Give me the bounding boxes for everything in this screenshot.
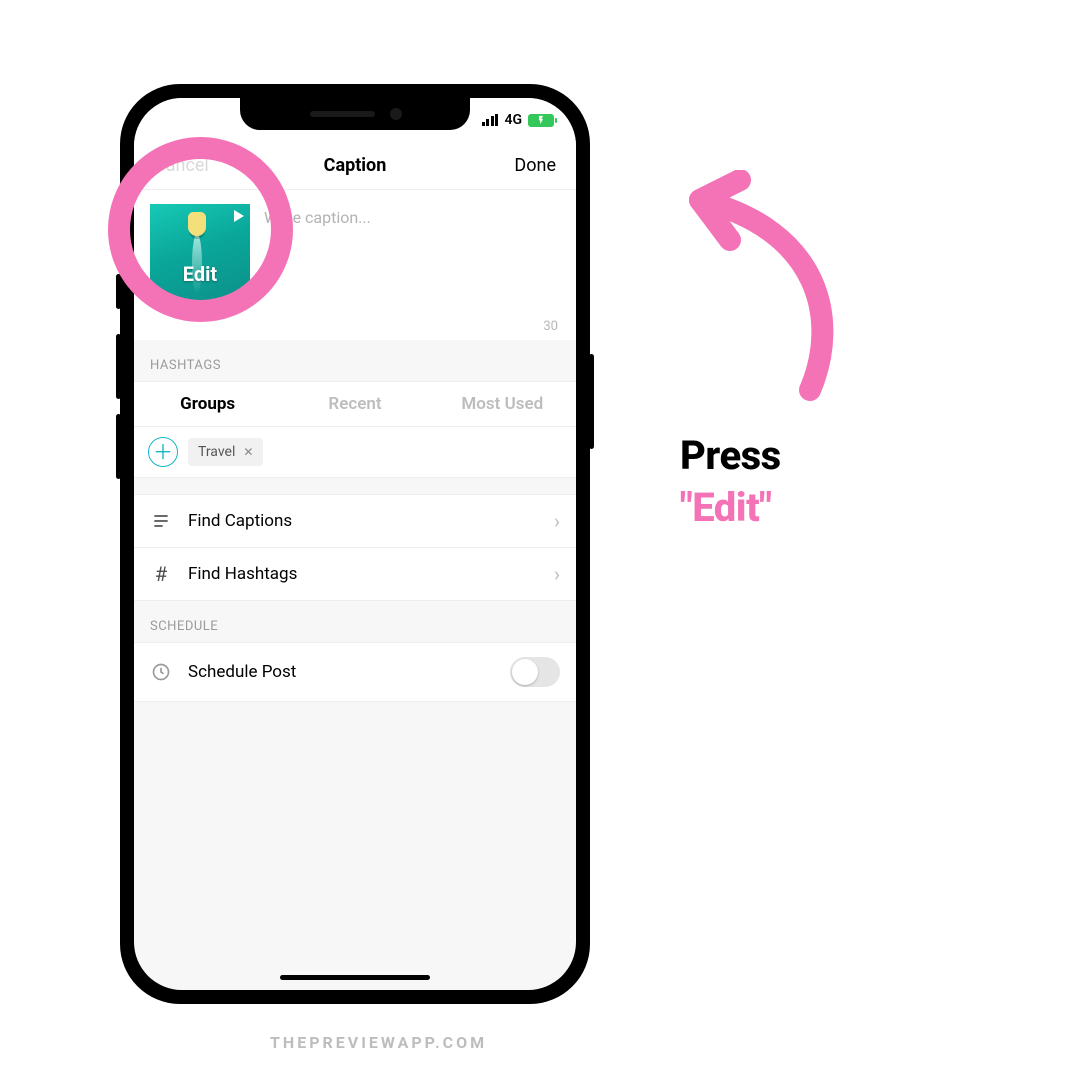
done-button[interactable]: Done (476, 155, 556, 176)
tab-recent[interactable]: Recent (281, 382, 428, 426)
volume-down-button (116, 414, 121, 479)
phone-frame: 4G Cancel Caption Done Edit Write captio… (120, 84, 590, 1004)
find-hashtags-label: Find Hashtags (188, 564, 538, 584)
group-chip-label: Travel (198, 444, 235, 460)
caption-input[interactable]: Write caption... (264, 204, 560, 330)
network-label: 4G (504, 112, 522, 128)
add-group-button[interactable]: ＋ (148, 437, 178, 467)
find-hashtags-row[interactable]: # Find Hashtags › (134, 548, 576, 601)
hash-icon: # (150, 562, 172, 586)
caption-counter: 30 (543, 319, 558, 334)
hashtags-tabs: Groups Recent Most Used (134, 381, 576, 426)
hashtags-section-header: HASHTAGS (134, 340, 576, 381)
tab-most-used[interactable]: Most Used (429, 382, 576, 426)
caption-area: Edit Write caption... 30 (134, 190, 576, 340)
phone-notch (240, 98, 470, 130)
play-icon (234, 210, 244, 222)
mute-switch (116, 274, 121, 309)
instruction-line2: "Edit" (680, 482, 781, 534)
page-title: Caption (234, 155, 476, 176)
schedule-post-label: Schedule Post (188, 662, 494, 682)
volume-up-button (116, 334, 121, 399)
remove-chip-icon[interactable]: ✕ (243, 445, 253, 459)
media-thumbnail[interactable]: Edit (150, 204, 250, 304)
battery-icon (528, 114, 554, 127)
list-icon (150, 511, 172, 531)
instruction-arrow (660, 170, 920, 414)
power-button (589, 354, 594, 449)
schedule-section-header: SCHEDULE (134, 601, 576, 642)
chevron-right-icon: › (554, 509, 560, 533)
phone-screen: 4G Cancel Caption Done Edit Write captio… (134, 98, 576, 990)
group-chip-travel[interactable]: Travel ✕ (188, 438, 263, 466)
chevron-right-icon: › (554, 562, 560, 586)
instruction-line1: Press (680, 430, 781, 482)
actions-list: Find Captions › # Find Hashtags › (134, 494, 576, 601)
watermark: THEPREVIEWAPP.COM (270, 1033, 487, 1052)
tab-groups[interactable]: Groups (134, 382, 281, 426)
home-indicator (280, 975, 430, 980)
nav-header: Cancel Caption Done (134, 142, 576, 190)
clock-icon (150, 662, 172, 682)
instruction-text: Press "Edit" (680, 430, 781, 534)
find-captions-row[interactable]: Find Captions › (134, 495, 576, 548)
signal-icon (482, 114, 499, 126)
schedule-post-row[interactable]: Schedule Post (134, 643, 576, 702)
schedule-toggle[interactable] (510, 657, 560, 687)
find-captions-label: Find Captions (188, 511, 538, 531)
edit-overlay-label: Edit (150, 262, 250, 286)
groups-row: ＋ Travel ✕ (134, 426, 576, 478)
cancel-button[interactable]: Cancel (154, 155, 234, 176)
